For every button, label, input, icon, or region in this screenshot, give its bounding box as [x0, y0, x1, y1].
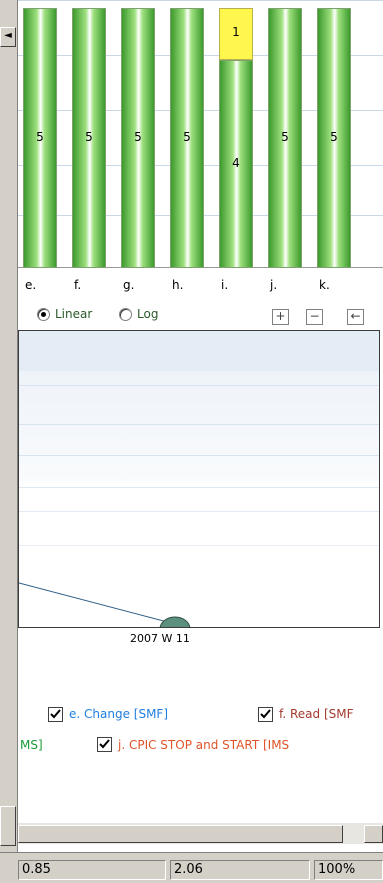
legend-checkbox-f[interactable]: [258, 707, 273, 722]
category-label: k.: [319, 278, 330, 292]
legend-checkbox-e[interactable]: [48, 707, 63, 722]
left-panel: ◄: [0, 0, 18, 852]
bar-value-label: 5: [134, 130, 142, 144]
legend-label-j: j. CPIC STOP and START [IMS: [118, 738, 290, 752]
data-point-marker[interactable]: [159, 616, 191, 628]
category-label: h.: [172, 278, 184, 292]
category-label: j.: [270, 278, 278, 292]
x-axis-tick-label: 2007 W 11: [130, 632, 190, 645]
legend-label-e: e. Change [SMF]: [69, 707, 169, 721]
scrollbar-right-button[interactable]: [364, 825, 383, 843]
panel-resize-button[interactable]: [0, 806, 16, 846]
horizontal-scrollbar[interactable]: [18, 822, 383, 844]
status-bar: 0.85 2.06 100%: [0, 852, 383, 883]
bar-stack-label: 1: [232, 25, 240, 39]
legend-checkbox-j[interactable]: [97, 737, 112, 752]
bar-value-label: 5: [330, 130, 338, 144]
status-value-2: 2.06: [170, 860, 310, 880]
category-label: e.: [25, 278, 37, 292]
category-label: i.: [221, 278, 229, 292]
linear-label: Linear: [55, 307, 93, 321]
log-radio[interactable]: [119, 308, 132, 321]
legend-label-f: f. Read [SMF: [279, 707, 354, 721]
status-value-1: 0.85: [18, 860, 166, 880]
scroll-left-button[interactable]: ◄: [0, 27, 16, 47]
zoom-out-button[interactable]: −: [306, 309, 323, 325]
status-zoom: 100%: [314, 860, 383, 880]
checkmark-icon: [50, 709, 61, 719]
grid-line: [18, 0, 383, 1]
bar-value-label: 5: [183, 130, 191, 144]
bar-value-label: 4: [232, 156, 240, 170]
trend-line-chart: [18, 330, 380, 628]
linear-radio[interactable]: [37, 308, 50, 321]
bar-value-label: 5: [281, 130, 289, 144]
category-label: g.: [123, 278, 135, 292]
trend-line-svg: [19, 582, 191, 628]
log-label: Log: [137, 307, 159, 321]
bar-value-label: 5: [36, 130, 44, 144]
category-label: f.: [74, 278, 82, 292]
checkmark-icon: [260, 709, 271, 719]
back-arrow-button[interactable]: ←: [347, 309, 364, 325]
trend-line: [19, 582, 176, 625]
bar-value-label: 5: [85, 130, 93, 144]
zoom-in-button[interactable]: +: [272, 309, 289, 325]
checkmark-icon: [99, 739, 110, 749]
legend-label-i: MS]: [20, 738, 43, 752]
scrollbar-track[interactable]: [18, 825, 343, 843]
stacked-bar-chart: 5 5 5 5 4 1 5 5: [18, 0, 383, 268]
